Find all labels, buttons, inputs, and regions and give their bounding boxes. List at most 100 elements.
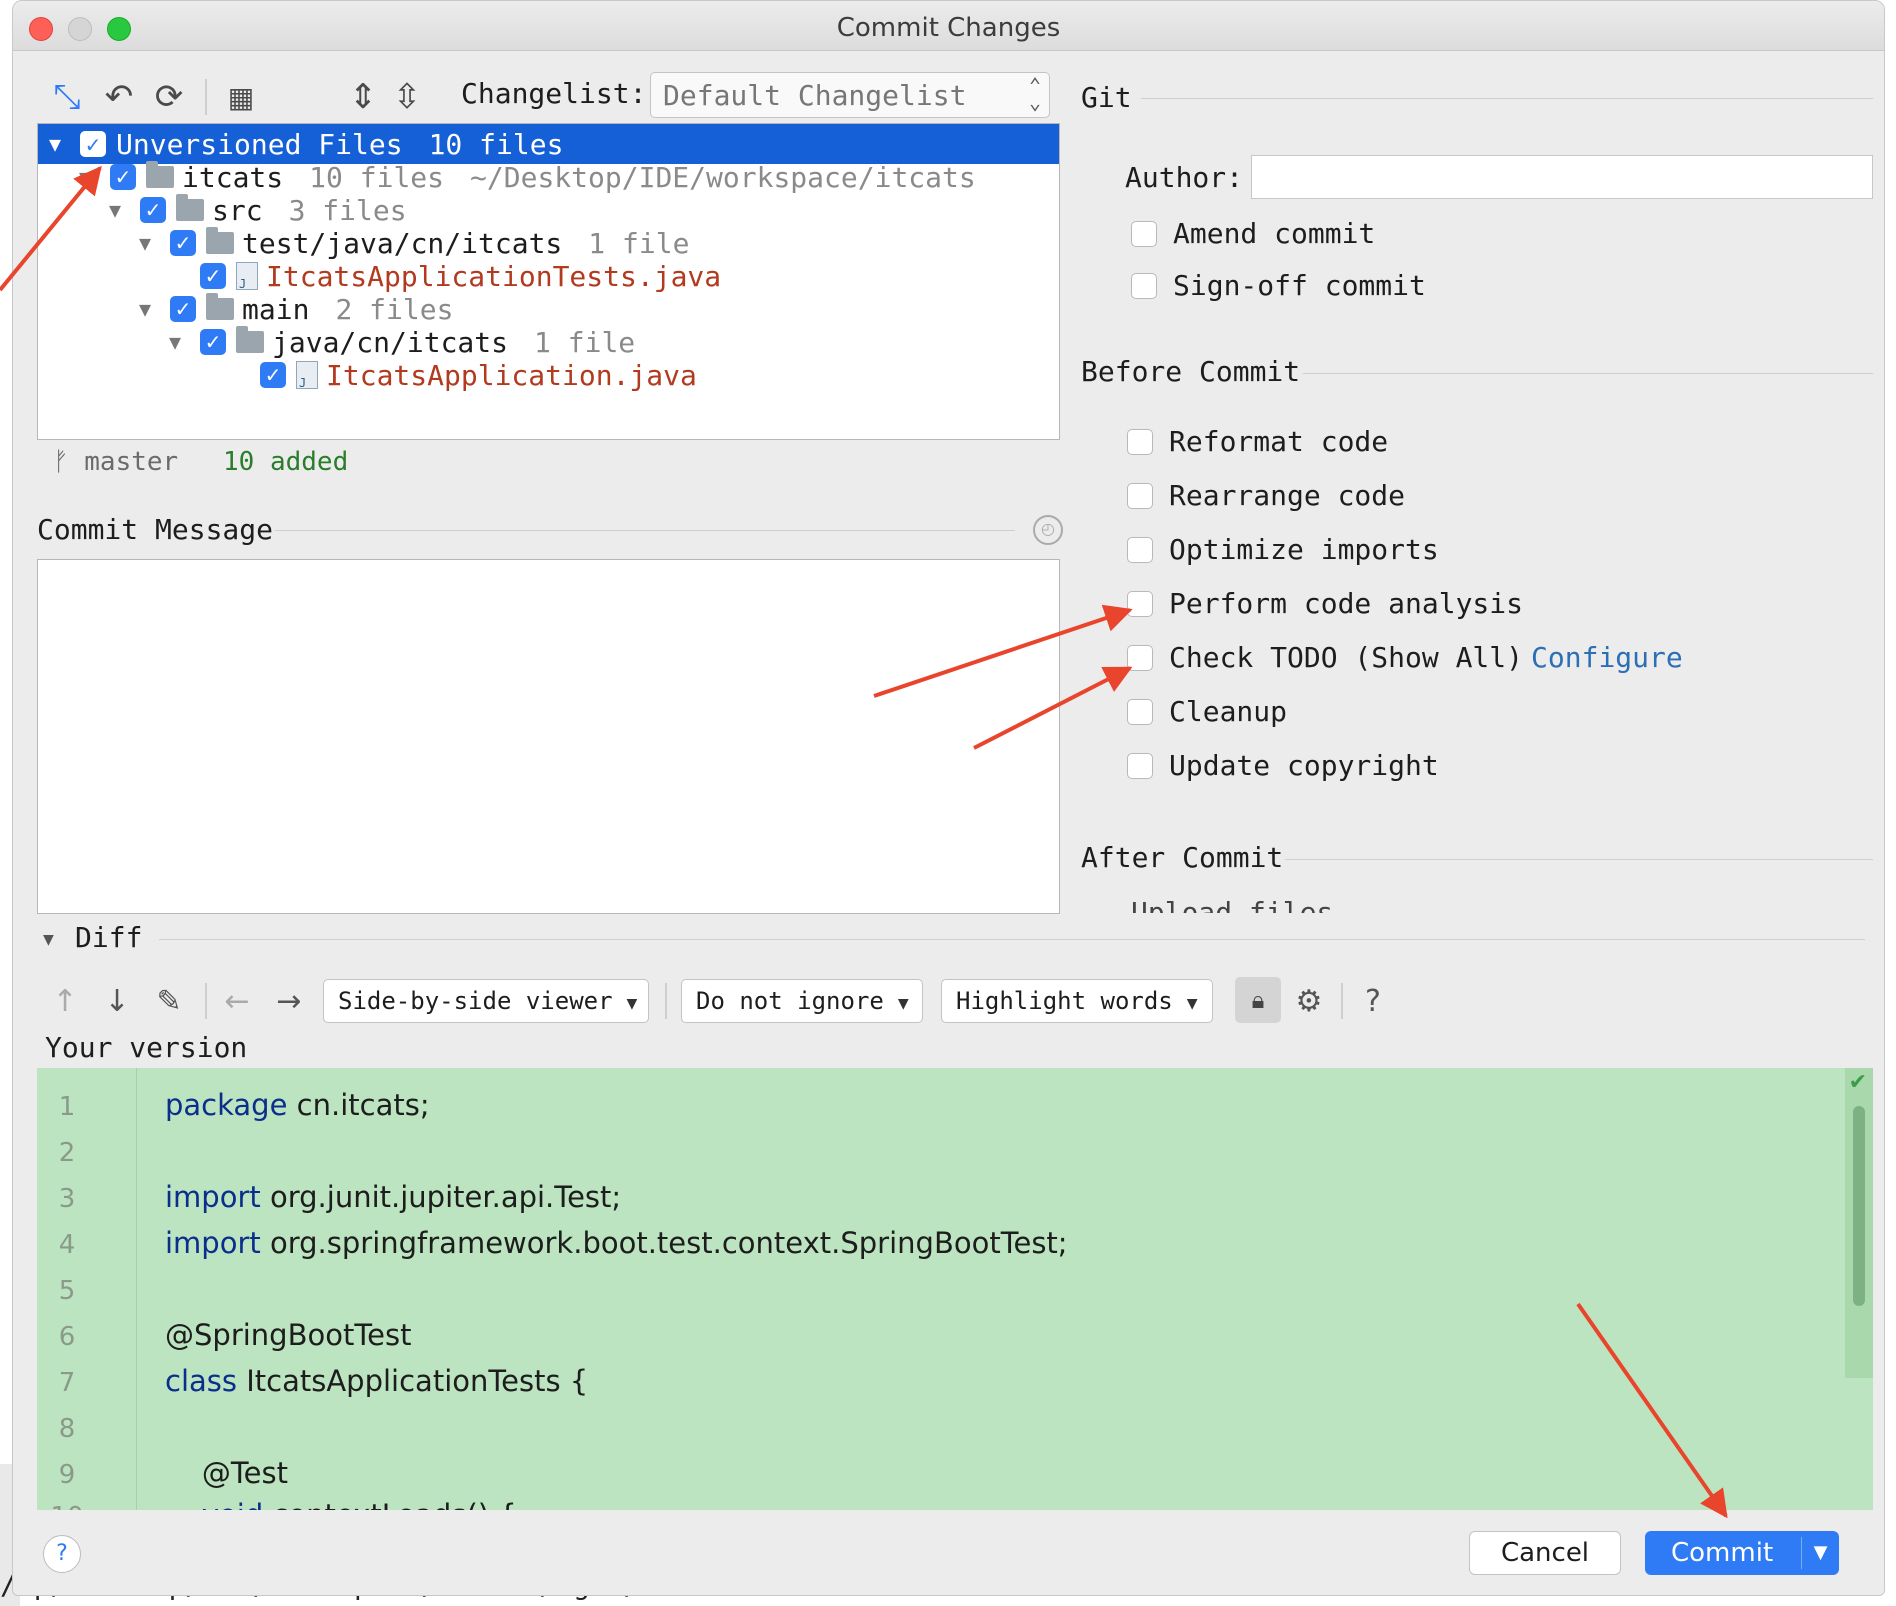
- tree-row-label: test/java/cn/itcats: [242, 226, 563, 260]
- module-folder-icon: [146, 161, 174, 188]
- checkbox-checked-icon[interactable]: ✓: [80, 131, 106, 157]
- code-line: import org.junit.jupiter.api.Test;: [165, 1180, 621, 1214]
- commit-button-label: Commit: [1671, 1538, 1774, 1568]
- option-label: Amend commit: [1173, 217, 1376, 250]
- folder-icon: [176, 194, 204, 221]
- expand-triangle-icon[interactable]: ▼: [162, 330, 188, 354]
- chevron-down-icon: ▼: [897, 993, 909, 1014]
- toolbar-separator: [665, 983, 667, 1019]
- settings-gear-icon[interactable]: ⚙: [1289, 979, 1329, 1023]
- line-number: 5: [58, 1276, 76, 1306]
- checkbox-checked-icon[interactable]: ✓: [170, 230, 196, 256]
- toolbar-separator: [1341, 983, 1343, 1019]
- update-copyright-checkbox[interactable]: Update copyright: [1127, 749, 1439, 782]
- code-keyword: package: [165, 1088, 288, 1122]
- expand-triangle-icon[interactable]: ▼: [72, 165, 98, 189]
- section-divider: [1285, 859, 1873, 860]
- tree-row-label: ItcatsApplication.java: [326, 358, 697, 392]
- section-divider: [159, 939, 1865, 940]
- expand-triangle-icon[interactable]: ▼: [42, 132, 68, 156]
- viewer-mode-dropdown[interactable]: Side-by-side viewer ▼: [323, 979, 649, 1023]
- checkbox-unchecked-icon[interactable]: [1127, 698, 1153, 725]
- line-number: 7: [58, 1368, 76, 1398]
- window-title: Commit Changes: [836, 13, 1061, 43]
- perform-code-analysis-checkbox[interactable]: Perform code analysis: [1127, 587, 1523, 620]
- checkbox-checked-icon[interactable]: ✓: [140, 197, 166, 223]
- checkbox-unchecked-icon[interactable]: [1127, 428, 1153, 455]
- expand-triangle-icon[interactable]: ▼: [132, 297, 158, 321]
- before-commit-label: Before Commit: [1081, 355, 1301, 388]
- tree-row-app-file[interactable]: ✓ ItcatsApplication.java: [38, 355, 1059, 395]
- checkbox-unchecked-icon[interactable]: [1127, 482, 1153, 509]
- changes-tree[interactable]: ▼ ✓ Unversioned Files 10 files ▼ ✓ itcat…: [37, 123, 1060, 440]
- checkbox-checked-icon[interactable]: ✓: [260, 362, 286, 388]
- refresh-icon[interactable]: ⟳: [149, 77, 189, 117]
- tree-row-count: 10 files: [428, 127, 564, 161]
- editor-scrollbar-thumb[interactable]: [1853, 1106, 1865, 1306]
- section-divider: [1141, 98, 1873, 99]
- author-input[interactable]: [1251, 155, 1873, 199]
- check-todo-checkbox[interactable]: Check TODO (Show All) Configure: [1127, 641, 1683, 674]
- history-clock-icon[interactable]: ◴: [1033, 515, 1063, 545]
- option-label: Rearrange code: [1169, 479, 1406, 512]
- group-by-icon[interactable]: ▦: [221, 77, 261, 117]
- next-difference-icon[interactable]: ↓: [97, 979, 137, 1023]
- changelist-select[interactable]: Default Changelist ⌃ ⌄: [650, 72, 1050, 118]
- cleanup-checkbox[interactable]: Cleanup: [1127, 695, 1287, 728]
- checkbox-unchecked-icon[interactable]: [1131, 220, 1157, 247]
- diff-help-icon[interactable]: ?: [1353, 979, 1393, 1023]
- highlight-mode-dropdown[interactable]: Highlight words ▼: [941, 979, 1213, 1023]
- checkbox-unchecked-icon[interactable]: [1127, 536, 1153, 563]
- reformat-code-checkbox[interactable]: Reformat code: [1127, 425, 1388, 458]
- tree-row-label: ItcatsApplicationTests.java: [266, 259, 722, 293]
- code-text: cn.itcats;: [287, 1088, 430, 1122]
- rollback-icon[interactable]: ↶: [99, 77, 139, 117]
- code-line: import org.springframework.boot.test.con…: [165, 1226, 1068, 1260]
- changelist-value: Default Changelist: [663, 79, 967, 112]
- checkbox-checked-icon[interactable]: ✓: [110, 164, 136, 190]
- expand-triangle-icon[interactable]: ▼: [132, 231, 158, 255]
- chevron-down-icon: ▼: [1186, 993, 1198, 1014]
- ignore-whitespace-dropdown[interactable]: Do not ignore ▼: [681, 979, 923, 1023]
- show-diff-icon[interactable]: ⤡: [47, 77, 87, 117]
- checkbox-unchecked-icon[interactable]: [1127, 644, 1153, 671]
- commit-message-input[interactable]: [37, 559, 1060, 914]
- help-button[interactable]: ?: [43, 1535, 81, 1573]
- edit-source-icon[interactable]: ✎: [149, 979, 189, 1023]
- checkbox-checked-icon[interactable]: ✓: [170, 296, 196, 322]
- configure-link[interactable]: Configure: [1531, 641, 1683, 674]
- tree-row-count: 10 files: [309, 160, 445, 194]
- next-file-icon[interactable]: →: [269, 979, 309, 1023]
- previous-difference-icon[interactable]: ↑: [45, 979, 85, 1023]
- code-text: ItcatsApplicationTests {: [237, 1364, 589, 1398]
- collapse-diff-icon[interactable]: ▼: [43, 929, 54, 950]
- commit-button[interactable]: Commit ▼: [1645, 1531, 1839, 1575]
- rearrange-code-checkbox[interactable]: Rearrange code: [1127, 479, 1405, 512]
- tree-row-label: main: [242, 292, 310, 326]
- branch-name: master: [84, 447, 179, 477]
- checkbox-unchecked-icon[interactable]: [1127, 590, 1153, 617]
- checkbox-unchecked-icon[interactable]: [1131, 272, 1157, 299]
- select-arrows-icon: ⌃ ⌄: [1028, 73, 1041, 114]
- lock-scrolling-icon[interactable]: 🔒︎: [1235, 977, 1281, 1023]
- expand-triangle-icon[interactable]: ▼: [102, 198, 128, 222]
- expand-all-icon[interactable]: ⇕: [343, 77, 383, 117]
- option-label: Reformat code: [1169, 425, 1389, 458]
- checkbox-unchecked-icon[interactable]: [1127, 752, 1153, 779]
- branch-status[interactable]: ᚠ master: [53, 447, 178, 477]
- checkbox-checked-icon[interactable]: ✓: [200, 263, 226, 289]
- dropdown-value: Highlight words: [956, 987, 1173, 1015]
- amend-commit-checkbox[interactable]: Amend commit: [1131, 217, 1375, 250]
- checkbox-checked-icon[interactable]: ✓: [200, 329, 226, 355]
- collapse-all-icon[interactable]: ⇳: [387, 77, 427, 117]
- signoff-commit-checkbox[interactable]: Sign-off commit: [1131, 269, 1426, 302]
- commit-options-chevron-icon[interactable]: ▼: [1801, 1537, 1839, 1569]
- diff-editor[interactable]: 1 package cn.itcats; 2 3 import org.juni…: [37, 1068, 1873, 1510]
- commit-changes-dialog: Commit Changes ⤡ ↶ ⟳ ▦ ⇕ ⇳ Changelist: D…: [12, 0, 1885, 1596]
- optimize-imports-checkbox[interactable]: Optimize imports: [1127, 533, 1439, 566]
- previous-file-icon[interactable]: ←: [217, 979, 257, 1023]
- line-number: 4: [58, 1230, 76, 1260]
- option-label: Cleanup: [1169, 695, 1288, 728]
- cancel-button[interactable]: Cancel: [1469, 1531, 1621, 1575]
- toolbar-separator: [205, 983, 207, 1019]
